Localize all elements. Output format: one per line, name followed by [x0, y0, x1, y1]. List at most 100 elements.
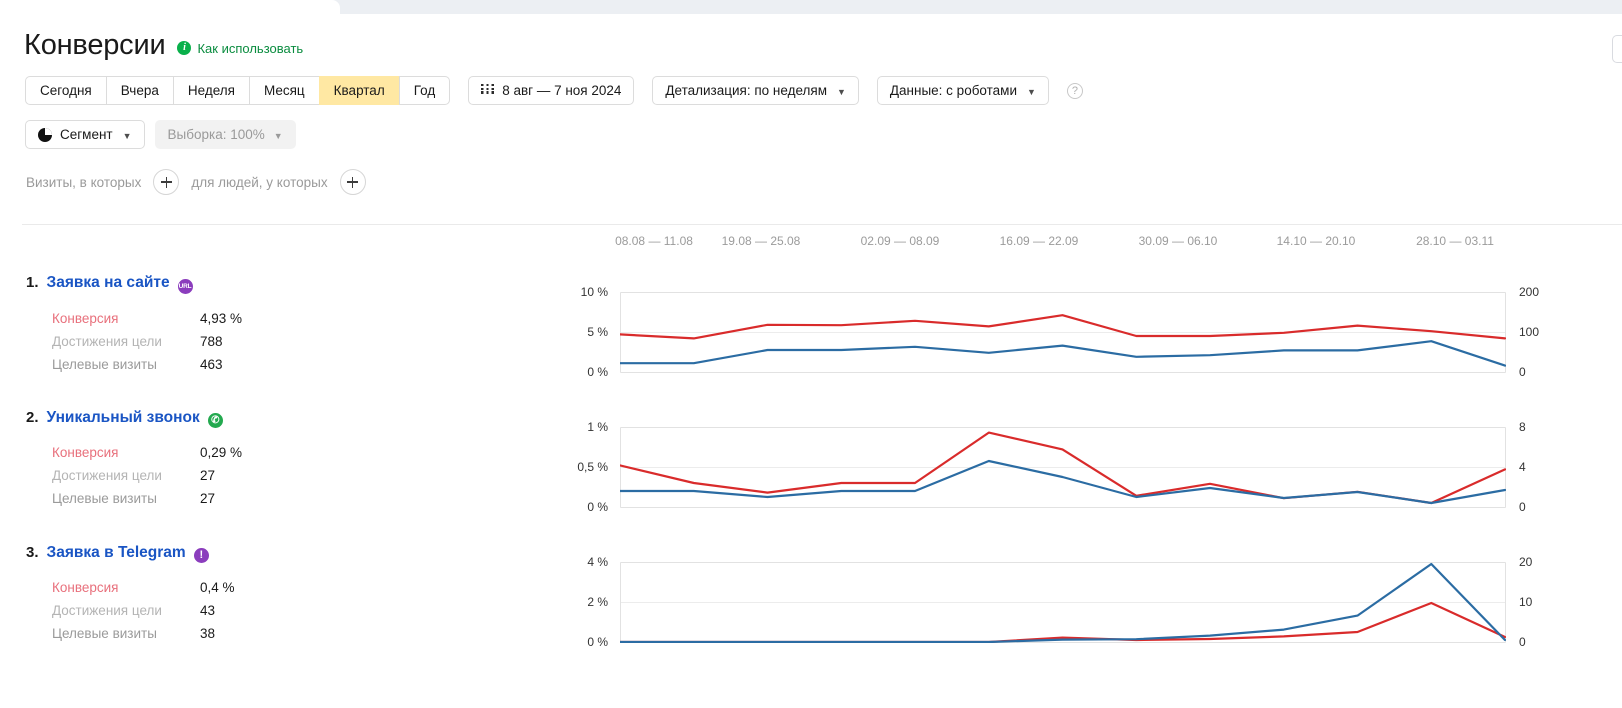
browser-tab-stub: [0, 0, 340, 14]
y-axis-tick-label: 0 %: [587, 365, 608, 379]
pie-chart-icon: [38, 127, 52, 142]
info-icon: i: [177, 41, 192, 55]
metric-value-conversion: 0,4 %: [200, 580, 235, 595]
y-axis-tick-label: 1 %: [587, 420, 608, 434]
metric-label-goal-reaches: Достижения цели: [52, 603, 162, 618]
period-button-quarter[interactable]: Квартал: [318, 76, 399, 105]
conversions-report-page: Конверсии i Как использовать Сегодня Вче…: [0, 0, 1622, 708]
y2-axis-tick-label: 100: [1519, 325, 1540, 339]
metric-label-conversion: Конверсия: [52, 580, 119, 595]
chevron-down-icon: ▼: [1027, 86, 1036, 97]
goal-name-link[interactable]: Заявка в Telegram: [47, 544, 186, 562]
chart-goal-2[interactable]: 0 % 0,5 % 1 % 0 4 8: [577, 420, 1525, 514]
date-range-picker[interactable]: 8 авг — 7 ноя 2024: [468, 76, 635, 105]
metric-value-target-visits: 38: [200, 626, 216, 641]
how-to-use-label: Как использовать: [197, 40, 304, 56]
segment-row: Сегмент ▼ Выборка: 100% ▼: [0, 105, 1622, 149]
x-tick-label: 19.08 — 25.08: [721, 234, 801, 248]
metric-row: Целевые визиты 463: [52, 353, 560, 376]
x-tick-label: 30.09 — 06.10: [1138, 234, 1218, 248]
metric-row: Конверсия 0,4 %: [52, 576, 560, 599]
series-line: [620, 601, 1506, 643]
segment-button[interactable]: Сегмент ▼: [25, 120, 145, 149]
chart-plot-area: [620, 427, 1506, 508]
y-axis-tick-label: 10 %: [580, 285, 608, 299]
goal-header: 1. Заявка на сайте URL: [0, 274, 560, 294]
y2-axis-tick-label: 0: [1519, 635, 1526, 649]
metric-value-goal-reaches: 788: [200, 334, 223, 349]
y-axis-tick-label: 5 %: [587, 325, 608, 339]
metric-value-target-visits: 27: [200, 491, 216, 506]
url-badge-icon: URL: [177, 279, 193, 294]
visits-filter-label: Визиты, в которых: [26, 174, 142, 190]
question-mark-icon[interactable]: ?: [1066, 82, 1083, 99]
metric-row: Достижения цели 788: [52, 330, 560, 353]
metric-row: Конверсия 0,29 %: [52, 441, 560, 464]
chart-goal-1[interactable]: 0 % 5 % 10 % 0 100 200: [581, 285, 1539, 379]
goal-name-link[interactable]: Заявка на сайте: [47, 274, 170, 292]
metric-row: Достижения цели 43: [52, 599, 560, 622]
how-to-use-link[interactable]: i Как использовать: [177, 41, 303, 56]
chart-goal-3[interactable]: 0 % 2 % 4 % 0 10 20: [587, 555, 1532, 649]
report-header: Конверсии i Как использовать Сегодня Вче…: [0, 14, 1622, 195]
metric-label-conversion: Конверсия: [52, 311, 119, 326]
data-source-select[interactable]: Данные: с роботами ▼: [876, 76, 1049, 105]
metric-row: Целевые визиты 27: [52, 487, 560, 510]
period-button-year[interactable]: Год: [398, 76, 451, 105]
segment-label: Сегмент: [60, 127, 113, 142]
people-filter-label: для людей, у которых: [191, 174, 328, 190]
y-axis-tick-label: 0,5 %: [577, 460, 608, 474]
metric-label-target-visits: Целевые визиты: [52, 626, 157, 641]
metric-value-goal-reaches: 43: [200, 603, 216, 618]
add-people-filter-button[interactable]: [339, 169, 366, 195]
goal-name-link[interactable]: Уникальный звонок: [47, 409, 200, 427]
detail-level-select[interactable]: Детализация: по неделям ▼: [652, 76, 859, 105]
goal-block-1: 1. Заявка на сайте URL Конверсия 4,93 % …: [0, 274, 560, 376]
y2-axis-tick-label: 10: [1519, 595, 1533, 609]
x-tick-label: 16.09 — 22.09: [999, 234, 1079, 248]
add-visits-filter-button[interactable]: [153, 169, 180, 195]
chevron-down-icon: ▼: [836, 86, 846, 97]
metric-row: Целевые визиты 38: [52, 622, 560, 645]
goal-index: 3.: [26, 544, 39, 561]
period-button-today[interactable]: Сегодня: [25, 76, 106, 105]
x-tick-label: 14.10 — 20.10: [1276, 234, 1356, 248]
page-title: Конверсии: [24, 29, 166, 61]
period-button-month[interactable]: Месяц: [248, 76, 319, 105]
goal-index: 1.: [26, 274, 39, 291]
metric-value-target-visits: 463: [200, 357, 223, 372]
goal-header: 3. Заявка в Telegram !: [0, 544, 560, 563]
metric-label-target-visits: Целевые визиты: [52, 491, 157, 506]
period-button-week[interactable]: Неделя: [172, 76, 249, 105]
data-source-label: Данные: с роботами: [889, 83, 1018, 98]
metric-label-conversion: Конверсия: [52, 445, 119, 460]
chevron-down-icon: ▼: [122, 130, 132, 141]
y-axis-tick-label: 4 %: [587, 555, 608, 569]
y2-axis-tick-label: 200: [1519, 285, 1540, 299]
period-button-yesterday[interactable]: Вчера: [105, 76, 173, 105]
metric-label-goal-reaches: Достижения цели: [52, 468, 162, 483]
y2-axis-tick-label: 8: [1519, 420, 1526, 434]
filter-row: Визиты, в которых для людей, у которых: [0, 149, 1622, 195]
y2-axis-tick-label: 0: [1519, 365, 1526, 379]
series-line: [620, 340, 1506, 367]
y2-axis-tick-label: 0: [1519, 500, 1526, 514]
y2-axis-tick-label: 20: [1519, 555, 1533, 569]
sample-rate-select[interactable]: Выборка: 100% ▼: [154, 120, 296, 149]
phone-badge-icon: ✆: [207, 413, 223, 428]
goal-metrics: Конверсия 4,93 % Достижения цели 788 Цел…: [0, 307, 560, 376]
y-axis-tick-label: 0 %: [587, 500, 608, 514]
metric-row: Достижения цели 27: [52, 464, 560, 487]
goal-metrics: Конверсия 0,29 % Достижения цели 27 Целе…: [0, 441, 560, 510]
browser-top-strip: [0, 0, 1622, 14]
y2-axis-tick-label: 4: [1519, 460, 1526, 474]
calendar-icon: [481, 84, 495, 97]
alert-badge-icon: !: [193, 547, 209, 563]
sample-rate-label: Выборка: 100%: [167, 127, 265, 142]
chart-plot-area: [620, 562, 1506, 643]
goal-header: 2. Уникальный звонок ✆: [0, 409, 560, 428]
chart-plot-area: [620, 292, 1506, 373]
metric-label-goal-reaches: Достижения цели: [52, 334, 162, 349]
y-axis-tick-label: 0 %: [587, 635, 608, 649]
goal-block-3: 3. Заявка в Telegram ! Конверсия 0,4 % Д…: [0, 544, 560, 645]
